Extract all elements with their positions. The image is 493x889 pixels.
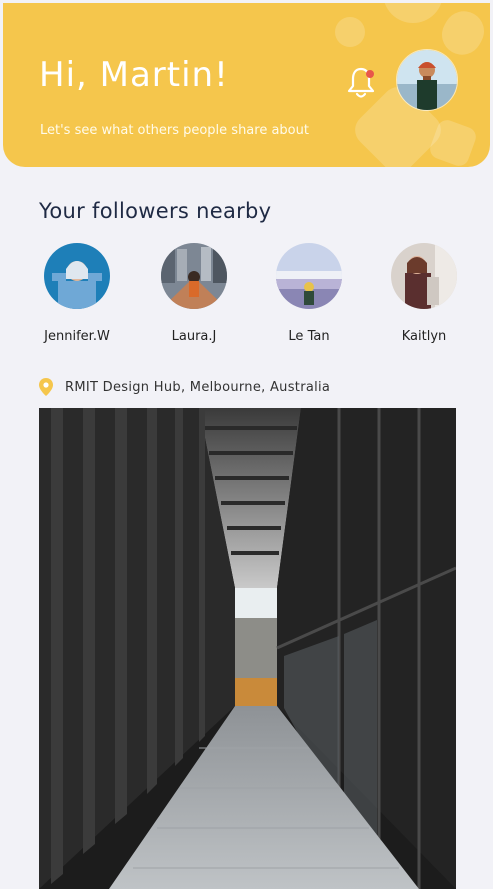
follower-avatar[interactable]: [44, 243, 110, 309]
header-banner: Hi, Martin! Let's see what others people…: [3, 3, 490, 167]
follower-item[interactable]: Laura.J: [139, 243, 249, 344]
notification-dot: [366, 70, 374, 78]
followers-section-title: Your followers nearby: [39, 199, 272, 223]
greeting-title: Hi, Martin!: [39, 55, 229, 95]
follower-name: Jennifer.W: [44, 329, 110, 344]
follower-item[interactable]: Kaitlyn: [369, 243, 479, 344]
decor-circle: [335, 17, 365, 47]
location-pin-icon: [39, 378, 53, 396]
follower-avatar[interactable]: [391, 243, 457, 309]
profile-avatar[interactable]: [396, 49, 458, 111]
location-text: RMIT Design Hub, Melbourne, Australia: [65, 380, 331, 395]
follower-item[interactable]: Jennifer.W: [22, 243, 132, 344]
bell-icon[interactable]: [346, 65, 376, 101]
follower-avatar[interactable]: [276, 243, 342, 309]
follower-avatar[interactable]: [161, 243, 227, 309]
follower-item[interactable]: Le Tan: [254, 243, 364, 344]
decor-shape: [383, 3, 443, 23]
follower-name: Le Tan: [288, 329, 330, 344]
greeting-subtitle: Let's see what others people share about: [40, 123, 309, 138]
post-photo[interactable]: [39, 408, 456, 889]
follower-name: Kaitlyn: [401, 329, 447, 344]
app-screen: Hi, Martin! Let's see what others people…: [3, 3, 490, 889]
follower-name: Laura.J: [171, 329, 217, 344]
